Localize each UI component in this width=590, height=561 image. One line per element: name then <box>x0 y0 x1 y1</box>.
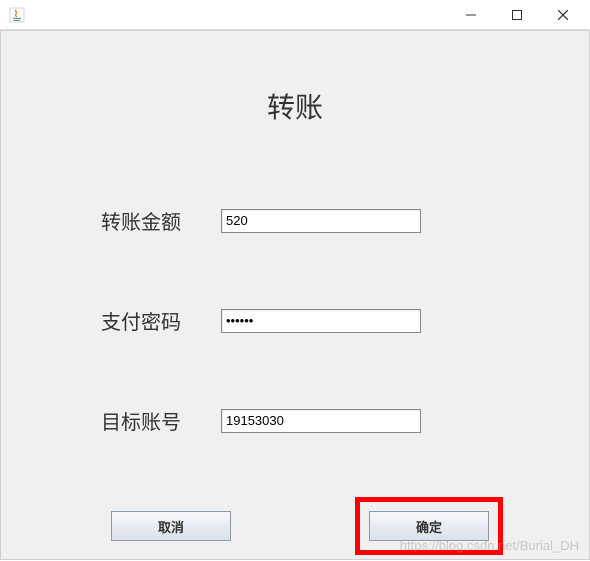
confirm-button[interactable]: 确定 <box>369 511 489 541</box>
minimize-button[interactable] <box>448 0 494 30</box>
row-target: 目标账号 <box>101 406 421 435</box>
button-row: 取消 确定 <box>1 511 589 541</box>
watermark-text: https://blog.csdn.net/Burial_DH <box>400 538 579 553</box>
content-panel: 转账 转账金额 支付密码 目标账号 取消 确定 https://blog.csd… <box>0 30 590 560</box>
target-input[interactable] <box>221 409 421 433</box>
amount-input[interactable] <box>221 209 421 233</box>
amount-label: 转账金额 <box>101 206 221 235</box>
password-label: 支付密码 <box>101 306 221 335</box>
close-button[interactable] <box>540 0 586 30</box>
cancel-button[interactable]: 取消 <box>111 511 231 541</box>
row-amount: 转账金额 <box>101 206 421 235</box>
row-password: 支付密码 <box>101 306 421 335</box>
page-title: 转账 <box>1 31 589 126</box>
password-input[interactable] <box>221 309 421 333</box>
window-titlebar <box>0 0 590 30</box>
maximize-button[interactable] <box>494 0 540 30</box>
target-label: 目标账号 <box>101 406 221 435</box>
java-icon <box>8 6 26 24</box>
